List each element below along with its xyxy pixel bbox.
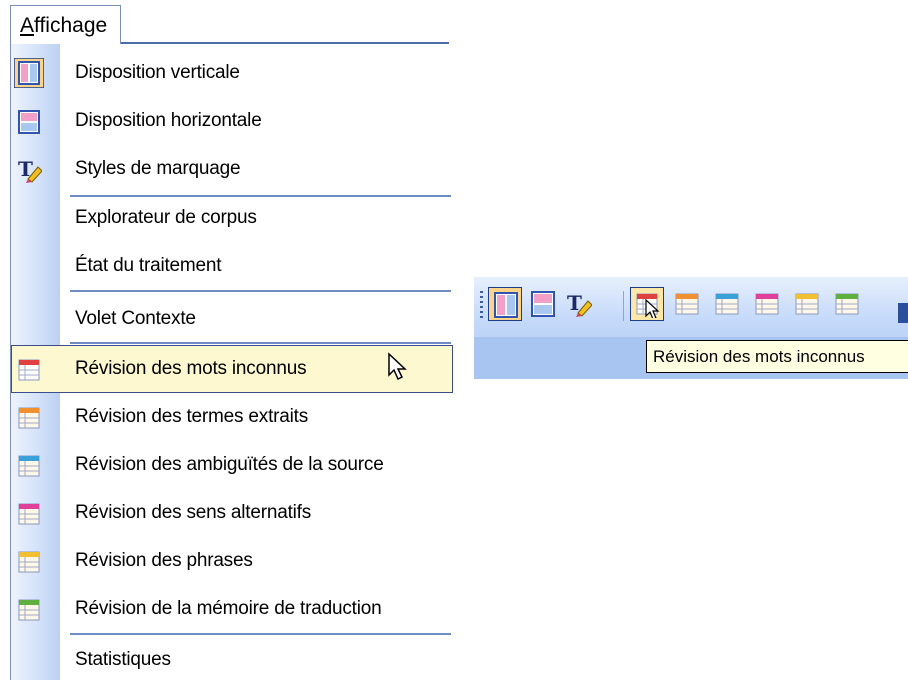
affichage-dropdown: Disposition verticale Disposition horizo… [10,44,453,680]
review-grid-icon [715,293,739,315]
menu-separator [70,633,451,635]
horizontal-layout-icon [531,291,555,317]
toolbar-button-horizontal-layout[interactable] [526,287,560,321]
menu-item-review-unknown-words[interactable]: Révision des mots inconnus [11,345,453,393]
horizontal-layout-icon [16,109,42,135]
menu-title-rest: ffichage [34,14,108,37]
toolbar-grip[interactable] [480,291,483,321]
menu-item-review-translation-memory[interactable]: Révision de la mémoire de traduction [11,585,451,633]
menu-item-context-pane[interactable]: Volet Contexte [11,295,451,343]
menu-item-review-source-ambiguities[interactable]: Révision des ambiguïtés de la source [11,441,451,489]
review-grid-icon [16,453,42,479]
toolbar-button-review-extracted-terms[interactable] [670,287,704,321]
tooltip: Révision des mots inconnus [646,340,908,373]
menu-item-label: Explorateur de corpus [75,207,257,228]
menu-affichage[interactable]: Affichage [10,5,121,44]
menu-item-markup-styles[interactable]: T Styles de marquage [11,145,451,193]
menu-accelerator: A [20,14,35,37]
menu-item-label: Styles de marquage [75,158,241,179]
review-grid-icon [795,293,819,315]
markup-styles-icon: T [567,291,592,317]
markup-styles-icon: T [16,157,43,183]
menu-item-label: Révision des termes extraits [75,406,309,427]
vertical-layout-icon [13,57,45,89]
menu-item-label: Révision des phrases [75,550,253,571]
menu-item-vertical-layout[interactable]: Disposition verticale [11,49,451,97]
toolbar-button-markup-styles[interactable]: T [562,287,596,321]
menu-item-label: Révision des ambiguïtés de la source [75,454,384,475]
toolbar-separator [623,291,624,321]
menu-item-label: Statistiques [75,649,171,670]
menu-item-label: Révision de la mémoire de traduction [75,598,382,619]
menu-item-label: Volet Contexte [75,308,196,329]
review-grid-icon [16,597,42,623]
toolbar-button-review-unknown-words[interactable] [630,287,664,321]
menu-separator [70,290,451,292]
menu-item-label: Disposition verticale [75,62,240,83]
menu-item-label: Révision des mots inconnus [75,358,307,379]
menu-item-label: Révision des sens alternatifs [75,502,312,523]
review-grid-icon [16,405,42,431]
toolbar-button-review-sentences[interactable] [790,287,824,321]
toolbar-button-review-alternative-senses[interactable] [750,287,784,321]
menu-item-review-extracted-terms[interactable]: Révision des termes extraits [11,393,451,441]
toolbar-overflow-chevron-icon[interactable] [898,303,908,323]
menu-separator [70,342,451,344]
menu-item-statistics[interactable]: Statistiques [11,636,451,684]
menu-item-corpus-explorer[interactable]: Explorateur de corpus [11,194,451,242]
menu-item-label: État du traitement [75,255,222,276]
review-grid-icon [16,549,42,575]
menu-item-review-sentences[interactable]: Révision des phrases [11,537,451,585]
review-grid-icon [755,293,779,315]
menu-item-review-alternative-senses[interactable]: Révision des sens alternatifs [11,489,451,537]
review-grid-icon [16,357,42,383]
review-grid-icon [636,293,660,318]
toolbar-button-review-source-ambiguities[interactable] [710,287,744,321]
mouse-pointer-icon [387,352,407,387]
vertical-layout-icon [494,292,518,318]
review-grid-icon [675,293,699,315]
menu-item-label: Disposition horizontale [75,110,262,131]
menu-item-horizontal-layout[interactable]: Disposition horizontale [11,97,451,145]
toolbar-button-review-translation-memory[interactable] [830,287,864,321]
toolbar-button-vertical-layout[interactable] [488,287,522,321]
review-grid-icon [16,501,42,527]
review-grid-icon [835,293,859,315]
menu-item-processing-status[interactable]: État du traitement [11,242,451,290]
